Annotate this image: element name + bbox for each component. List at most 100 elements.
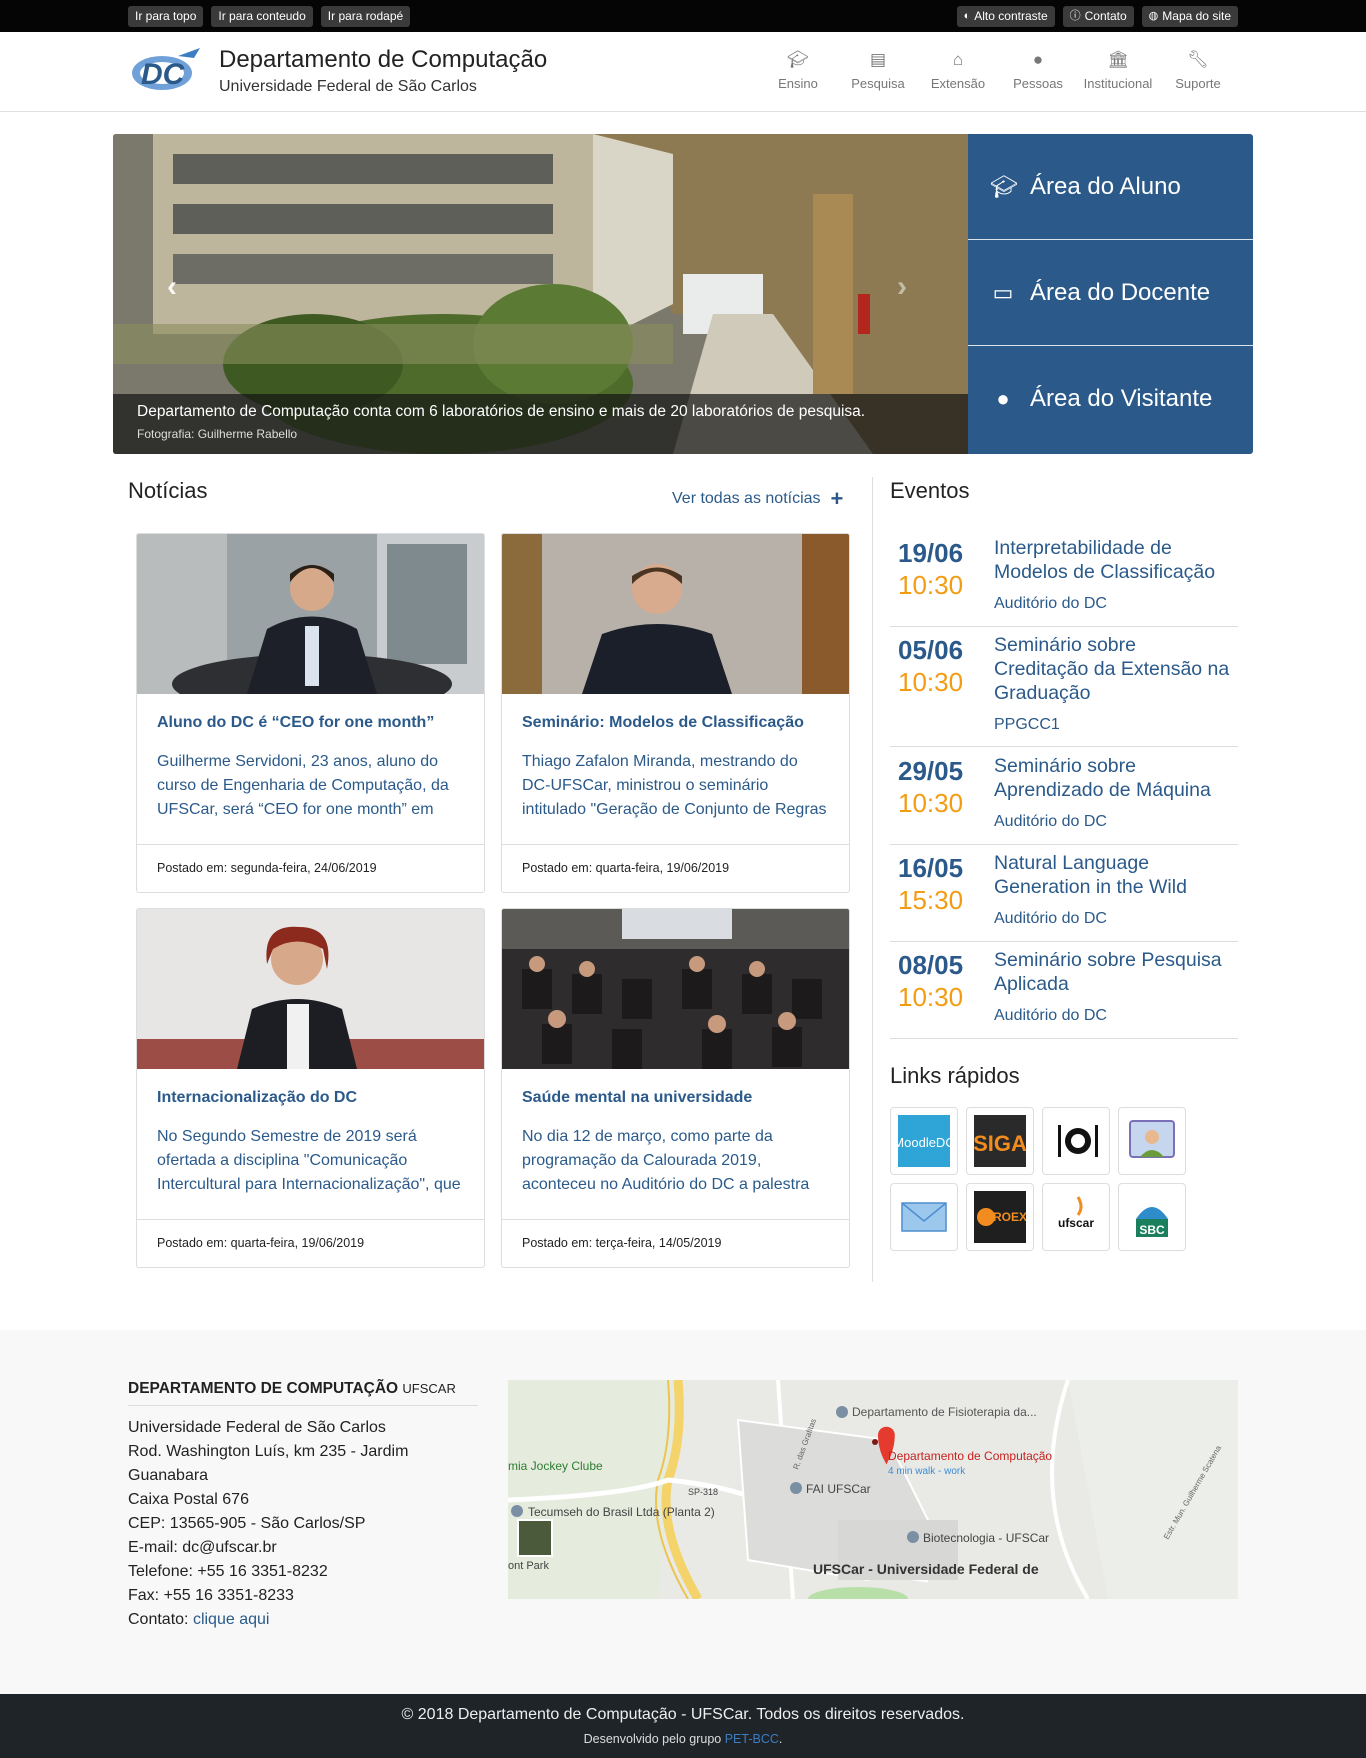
site-title[interactable]: Departamento de Computação [219, 46, 547, 74]
quick-links-heading: Links rápidos [890, 1063, 1020, 1088]
pet-bcc-link[interactable]: PET-BCC [725, 1732, 779, 1746]
see-all-news-label: Ver todas as notícias [672, 490, 821, 507]
quick-link-videoconference[interactable] [1118, 1107, 1186, 1175]
high-contrast-button[interactable]: ◐ Alto contraste [956, 6, 1055, 27]
news-title[interactable]: Aluno do DC é “CEO for one month” [137, 694, 484, 750]
news-thumbnail [502, 909, 849, 1069]
event-place: Auditório do DC [994, 813, 1107, 830]
location-map[interactable]: Departamento de Fisioterapia da... Depar… [508, 1380, 1238, 1599]
event-title[interactable]: Seminário sobre Aprendizado de Máquina [994, 754, 1234, 802]
news-thumbnail [137, 534, 484, 694]
news-card[interactable]: Seminário: Modelos de Classificação Thia… [501, 533, 850, 893]
visitor-icon: ● [996, 386, 1010, 411]
contrast-icon: ◐ [963, 10, 971, 22]
event-title[interactable]: Natural Language Generation in the Wild [994, 851, 1234, 899]
event-date: 16/05 [898, 853, 964, 883]
footer-title: DEPARTAMENTO DE COMPUTAÇÃO UFSCAR [128, 1380, 456, 1398]
copyright-bar: © 2018 Departamento de Computação - UFSC… [0, 1694, 1366, 1758]
news-date: Postado em: quarta-feira, 19/06/2019 [502, 844, 849, 892]
quick-link-email[interactable] [890, 1183, 958, 1251]
footer-contact-link[interactable]: clique aqui [193, 1611, 270, 1628]
user-icon: ● [1032, 50, 1044, 69]
quick-link-restaurant[interactable] [1042, 1107, 1110, 1175]
area-visitante-button[interactable]: ● Área do Visitante [968, 346, 1253, 452]
plus-icon: + [830, 486, 844, 511]
event-place: PPGCC1 [994, 716, 1060, 733]
event-item[interactable]: 05/06 10:30 Seminário sobre Creditação d… [890, 633, 1238, 747]
nav-institucional-label: Institucional [1083, 76, 1153, 91]
event-place: Auditório do DC [994, 595, 1107, 612]
news-photo [137, 909, 484, 1069]
quick-link-ufscar[interactable]: ufscar [1042, 1183, 1110, 1251]
teacher-icon: ▭ [992, 279, 1014, 305]
nav-extensao[interactable]: ⌂ Extensão [918, 50, 998, 91]
event-time: 10:30 [898, 570, 964, 600]
column-divider [872, 477, 873, 1282]
nav-suporte[interactable]: 🔧︎ Suporte [1158, 50, 1238, 91]
news-title[interactable]: Saúde mental na universidade [502, 1069, 849, 1125]
event-title[interactable]: Seminário sobre Creditação da Extensão n… [994, 633, 1234, 705]
map-label: FAI UFSCar [806, 1482, 871, 1496]
contact-button[interactable]: ⓘ Contato [1062, 6, 1134, 27]
site-subtitle: Universidade Federal de São Carlos [219, 78, 477, 95]
news-photo [502, 909, 849, 1069]
footer-line: Rod. Washington Luís, km 235 - Jardim Gu… [128, 1443, 409, 1484]
event-date: 08/05 [898, 950, 964, 980]
event-time: 10:30 [898, 788, 964, 818]
quick-link-sbc[interactable]: SBC [1118, 1183, 1186, 1251]
news-photo [502, 534, 849, 694]
news-card[interactable]: Aluno do DC é “CEO for one month” Guilhe… [136, 533, 485, 893]
ufscar-icon-text: ufscar [1058, 1216, 1094, 1230]
see-all-news-link[interactable]: Ver todas as notícias + [672, 486, 843, 512]
area-aluno-label: Área do Aluno [1030, 172, 1181, 200]
quick-link-siga[interactable]: SIGA [966, 1107, 1034, 1175]
map-label: Biotecnologia - UFSCar [923, 1531, 1049, 1545]
news-title[interactable]: Seminário: Modelos de Classificação [502, 694, 849, 750]
event-item[interactable]: 16/05 15:30 Natural Language Generation … [890, 851, 1238, 942]
news-date: Postado em: segunda-feira, 24/06/2019 [137, 844, 484, 892]
event-date: 19/06 [898, 538, 964, 568]
quick-link-moodle[interactable]: MoodleDC [890, 1107, 958, 1175]
event-item[interactable]: 19/06 10:30 Interpretabilidade de Modelo… [890, 536, 1238, 627]
student-icon: 🎓︎ [990, 173, 1018, 199]
dc-logo[interactable]: DC [128, 46, 204, 96]
moodle-icon-text: MoodleDC [898, 1135, 950, 1150]
map-canvas: Departamento de Fisioterapia da... Depar… [508, 1380, 1238, 1599]
university-icon: 🏛︎ [1107, 50, 1129, 69]
news-card[interactable]: Internacionalização do DC No Segundo Sem… [136, 908, 485, 1268]
nav-institucional[interactable]: 🏛︎ Institucional [1078, 50, 1158, 91]
area-docente-button[interactable]: ▭ Área do Docente [968, 240, 1253, 346]
carousel-next-icon[interactable]: › [897, 270, 907, 304]
event-title[interactable]: Interpretabilidade de Modelos de Classif… [994, 536, 1234, 584]
contact-label: Contato [1084, 9, 1127, 23]
photo-carousel[interactable]: ‹ › Departamento de Computação conta com… [113, 134, 968, 454]
wrench-icon: 🔧︎ [1187, 50, 1209, 69]
news-card[interactable]: Saúde mental na universidade No dia 12 d… [501, 908, 850, 1268]
event-item[interactable]: 08/05 10:30 Seminário sobre Pesquisa Apl… [890, 948, 1238, 1039]
nav-pessoas[interactable]: ● Pessoas [998, 50, 1078, 91]
siga-icon: SIGA [974, 1115, 1026, 1167]
nav-ensino[interactable]: 🎓︎ Ensino [758, 50, 838, 91]
area-docente-label: Área do Docente [1030, 278, 1211, 306]
skip-to-top-link[interactable]: Ir para topo [128, 6, 204, 27]
event-title[interactable]: Seminário sobre Pesquisa Aplicada [994, 948, 1234, 996]
event-item[interactable]: 29/05 10:30 Seminário sobre Aprendizado … [890, 754, 1238, 845]
sitemap-button[interactable]: ◍ Mapa do site [1141, 6, 1238, 27]
news-excerpt: No Segundo Semestre de 2019 será ofertad… [157, 1128, 461, 1193]
skip-to-footer-link[interactable]: Ir para rodapé [320, 6, 411, 27]
quick-link-proex[interactable]: PROEX [966, 1183, 1034, 1251]
high-contrast-label: Alto contraste [974, 9, 1048, 23]
carousel-prev-icon[interactable]: ‹ [167, 270, 177, 304]
site-header: DC Departamento de Computação Universida… [0, 32, 1366, 112]
skip-to-content-link[interactable]: Ir para conteudo [211, 6, 313, 27]
footer-title-text: DEPARTAMENTO DE COMPUTAÇÃO [128, 1380, 399, 1397]
area-aluno-button[interactable]: 🎓︎ Área do Aluno [968, 134, 1253, 240]
footer-address: Universidade Federal de São Carlos Rod. … [128, 1416, 428, 1632]
main-nav: 🎓︎ Ensino ▤ Pesquisa ⌂ Extensão ● Pessoas 🏛︎… [758, 50, 1238, 91]
developer-credit: Desenvolvido pelo grupo PET-BCC. [0, 1732, 1366, 1746]
nav-pesquisa[interactable]: ▤ Pesquisa [838, 50, 918, 91]
footer-divider [128, 1405, 478, 1406]
news-title[interactable]: Internacionalização do DC [137, 1069, 484, 1125]
footer-line: Universidade Federal de São Carlos [128, 1419, 386, 1436]
email-icon [901, 1202, 947, 1232]
